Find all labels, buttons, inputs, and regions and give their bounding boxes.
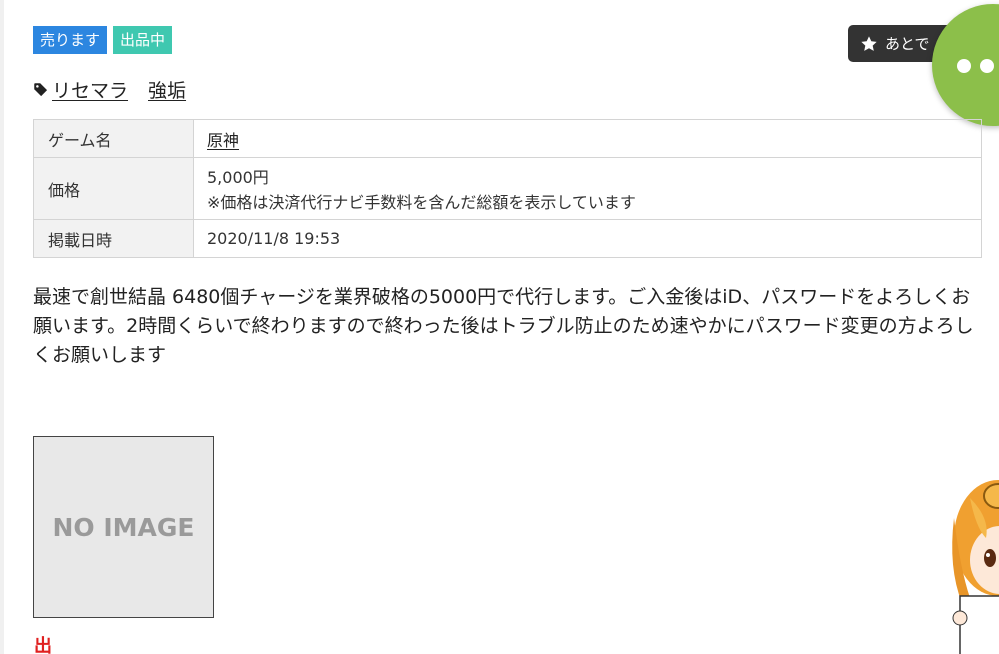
star-icon [861, 35, 877, 51]
tag-item[interactable]: リセマラ [52, 76, 128, 103]
posted-date-value: 2020/11/8 19:53 [193, 219, 982, 258]
chat-dots-icon-dot [980, 59, 994, 73]
tag-link-strong-account[interactable]: 強垢 [148, 80, 186, 102]
chat-dots-icon [957, 59, 971, 73]
price-cell: 5,000円 ※価格は決済代行ナビ手数料を含んだ総額を表示しています [193, 157, 982, 220]
no-image-placeholder: NO IMAGE [33, 436, 214, 618]
price-value: 5,000円 [207, 168, 269, 187]
table-row: ゲーム名 原神 [33, 119, 982, 158]
sell-badge: 売ります [33, 26, 108, 54]
game-name-cell: 原神 [193, 119, 982, 158]
table-row: 掲載日時 2020/11/8 19:53 [33, 219, 982, 258]
left-edge-divider [0, 0, 4, 654]
game-name-label: ゲーム名 [33, 119, 194, 158]
price-label: 価格 [33, 157, 194, 220]
mascot-sign-text: 出 [34, 636, 52, 654]
listing-info-table: ゲーム名 原神 価格 5,000円 ※価格は決済代行ナビ手数料を含んだ総額を表示… [33, 119, 982, 258]
tag-list: リセマラ 強垢 [33, 76, 186, 103]
listing-description: 最速で創世結晶 6480個チャージを業界破格の5000円で代行します。ご入金後は… [33, 286, 974, 366]
price-note: ※価格は決済代行ナビ手数料を含んだ総額を表示しています [207, 193, 636, 212]
status-badges: 売ります 出品中 [33, 26, 173, 54]
chat-fab-button[interactable] [932, 4, 999, 126]
posted-date-label: 掲載日時 [33, 219, 194, 258]
tag-item[interactable]: 強垢 [148, 76, 186, 103]
game-name-link[interactable]: 原神 [207, 131, 239, 150]
table-row: 価格 5,000円 ※価格は決済代行ナビ手数料を含んだ総額を表示しています [33, 157, 982, 220]
mascot-character-image [940, 478, 999, 654]
mascot-illustration [952, 480, 999, 654]
listing-page: 売ります 出品中 あとで リセマラ 強垢 ゲーム名 原神 価格 5,000円 ※… [0, 0, 999, 654]
tag-icon [34, 83, 48, 97]
tag-link-rerolled-account[interactable]: リセマラ [52, 80, 128, 102]
save-for-later-label: あとで [885, 35, 930, 53]
listing-status-badge: 出品中 [113, 26, 173, 54]
